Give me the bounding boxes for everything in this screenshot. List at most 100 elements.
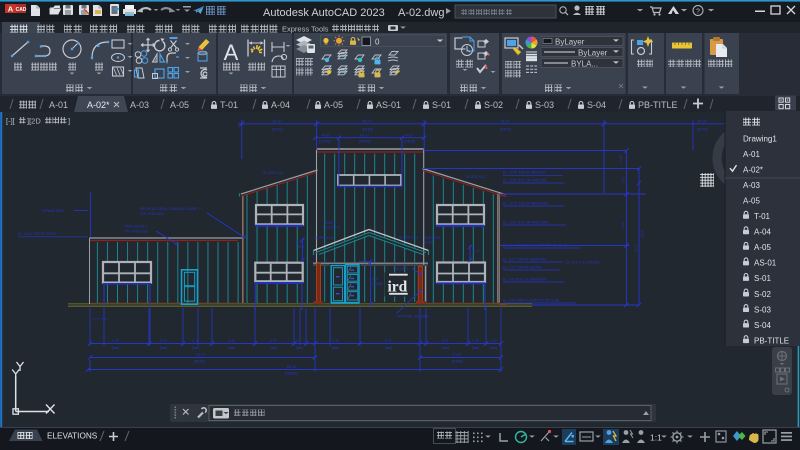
svg-text:0: 0 — [375, 38, 380, 47]
svg-text:Drawing1: Drawing1 — [743, 134, 777, 143]
svg-text:SLOPE 4:12: SLOPE 4:12 — [399, 236, 418, 240]
svg-text:S-02: S-02 — [754, 290, 771, 299]
svg-text:1′-4″: 1′-4″ — [192, 339, 200, 343]
svg-text:6′-0″: 6′-0″ — [385, 339, 393, 343]
svg-text:Express Tools: Express Tools — [282, 25, 329, 34]
svg-text:[-][: [-][ — [6, 117, 16, 126]
svg-text:PB-TITLE: PB-TITLE — [638, 100, 678, 110]
svg-text:TYP. THIS ELEV.: TYP. THIS ELEV. — [124, 230, 149, 234]
svg-text:EL. 8′-0″ TOP OF WINDOWS: EL. 8′-0″ TOP OF WINDOWS — [503, 258, 547, 262]
svg-text:SLOPE 4:12: SLOPE 4:12 — [466, 175, 486, 179]
svg-text:EL. 4′-0″ BOT. OF WINDOWS: EL. 4′-0″ BOT. OF WINDOWS — [503, 278, 548, 282]
svg-text:[2388]: [2388] — [452, 360, 463, 364]
svg-text:EL. 0′-0″ MAIN FLOOR TOP OF S: EL. 0′-0″ MAIN FLOOR TOP OF SLAB — [503, 299, 560, 303]
svg-text:[mm]: [mm] — [385, 346, 392, 350]
svg-text:OPTIONAL SIGNAGE: OPTIONAL SIGNAGE — [397, 315, 428, 319]
svg-text:BYLA...: BYLA... — [571, 60, 598, 69]
svg-text:A-03: A-03 — [743, 181, 760, 190]
svg-text:A-04: A-04 — [754, 228, 771, 237]
svg-text:][2D: ][2D — [27, 117, 41, 126]
svg-text:EL. 8′-4″ U.S. CANOPY: EL. 8′-4″ U.S. CANOPY — [566, 261, 601, 265]
svg-text:7′-10″: 7′-10″ — [452, 353, 462, 357]
svg-text:TRIM COLOR 2: TRIM COLOR 2 — [124, 225, 147, 229]
svg-text:EL. 22′-8″ TOP OF WINDOW: EL. 22′-8″ TOP OF WINDOW — [503, 171, 547, 175]
svg-text:[4470]: [4470] — [272, 128, 283, 132]
svg-text:11′-4″: 11′-4″ — [634, 243, 638, 252]
svg-text:ARCHITECTURAL CLADDING COLOR 1: ARCHITECTURAL CLADDING COLOR 1 — [140, 207, 199, 211]
svg-text:SLOPE 4:12: SLOPE 4:12 — [314, 236, 333, 240]
svg-text:[25806]: [25806] — [285, 372, 298, 376]
svg-text:22′-8″: 22′-8″ — [641, 229, 645, 238]
svg-text:30′-4″: 30′-4″ — [362, 120, 372, 124]
svg-text:4′-2″: 4′-2″ — [442, 339, 450, 343]
svg-text:3′-4″: 3′-4″ — [160, 339, 168, 343]
svg-text:[mm]: [mm] — [332, 346, 339, 350]
svg-text:4′-10″: 4′-10″ — [619, 154, 623, 163]
svg-text:[mm]: [mm] — [112, 346, 119, 350]
svg-text:1:1: 1:1 — [650, 433, 662, 443]
svg-text:EL. 11′-4″ SECOND FLOOR TOP O: EL. 11′-4″ SECOND FLOOR TOP OF SLAB — [503, 244, 567, 248]
svg-text:T-01: T-01 — [754, 212, 771, 221]
svg-text:EL. 14′-4″ TOP OF ROOF: EL. 14′-4″ TOP OF ROOF — [18, 232, 56, 236]
svg-text:1′: 1′ — [296, 339, 299, 343]
svg-text:A-03: A-03 — [130, 100, 149, 110]
svg-text:1′-8″: 1′-8″ — [472, 339, 480, 343]
svg-text:S-04: S-04 — [587, 100, 606, 110]
svg-text:A-02*: A-02* — [743, 165, 763, 174]
svg-text:[mm]: [mm] — [442, 346, 449, 350]
svg-text:EL. 7′-0″ TOP OF DOORS: EL. 7′-0″ TOP OF DOORS — [503, 266, 542, 270]
svg-text:[mm]: [mm] — [270, 346, 277, 350]
svg-text:1′-6″: 1′-6″ — [490, 339, 498, 343]
svg-text:4′-6″: 4′-6″ — [332, 339, 340, 343]
svg-text:EL. 20′-8″ BOT. OF WINDOW: EL. 20′-8″ BOT. OF WINDOW — [503, 179, 547, 183]
svg-text:ByLayer: ByLayer — [555, 38, 585, 47]
svg-text:4′-0″ TYP.: 4′-0″ TYP. — [93, 318, 108, 322]
svg-text:4′-6″: 4′-6″ — [322, 132, 331, 137]
svg-text:84′-8″: 84′-8″ — [287, 365, 297, 369]
svg-text:EL. 18′-0″ BOT. OF WINDOWS: EL. 18′-0″ BOT. OF WINDOWS — [503, 221, 549, 225]
svg-text:A-02*: A-02* — [87, 100, 110, 110]
svg-text:TYP. THIS ELEV.: TYP. THIS ELEV. — [140, 212, 165, 216]
svg-text:27′-0″: 27′-0″ — [196, 353, 206, 357]
svg-text:4′-8″: 4′-8″ — [112, 339, 120, 343]
svg-text:[1402]: [1402] — [404, 139, 415, 144]
svg-text:[mm]: [mm] — [192, 346, 199, 350]
svg-text:4′-4″: 4′-4″ — [228, 339, 236, 343]
svg-text:S-01: S-01 — [754, 274, 771, 283]
svg-text:8′-0″: 8′-0″ — [373, 277, 381, 281]
svg-text:ELEVATIONS: ELEVATIONS — [47, 432, 98, 441]
svg-text:]: ] — [68, 117, 70, 126]
svg-text:[8230]: [8230] — [194, 360, 205, 364]
svg-text:[2438]: [2438] — [373, 282, 383, 286]
svg-text:T-01: T-01 — [220, 100, 238, 110]
svg-text:A-02.dwg: A-02.dwg — [398, 7, 444, 19]
svg-text:[4470]: [4470] — [500, 128, 511, 132]
svg-text:A-05: A-05 — [170, 100, 189, 110]
svg-text:S-03: S-03 — [754, 305, 771, 314]
svg-text:PB-TITLE: PB-TITLE — [754, 336, 789, 345]
svg-text:13′-1″: 13′-1″ — [359, 132, 370, 137]
svg-text:SIGN: SIGN — [425, 241, 433, 245]
svg-text:[4470]: [4470] — [697, 128, 708, 132]
svg-text:S-01: S-01 — [432, 100, 451, 110]
svg-text:?: ? — [696, 9, 700, 16]
svg-text:2′-0″: 2′-0″ — [622, 176, 626, 183]
svg-text:AS-01: AS-01 — [376, 100, 401, 110]
svg-text:8′-8″: 8′-8″ — [622, 221, 626, 228]
svg-text:A-05: A-05 — [754, 243, 771, 252]
svg-text:CAD: CAD — [16, 7, 27, 13]
svg-text:S-02: S-02 — [484, 100, 503, 110]
svg-text:TRIM 3: TRIM 3 — [323, 221, 335, 225]
svg-text:4′-0″: 4′-0″ — [270, 339, 278, 343]
svg-text:[mm]: [mm] — [472, 346, 479, 350]
svg-text:COLOR 3: COLOR 3 — [393, 267, 408, 271]
svg-text:[9246]: [9246] — [362, 128, 373, 132]
svg-text:EL. 20′-0″ TOP OF WINDOWS: EL. 20′-0″ TOP OF WINDOWS — [503, 202, 549, 206]
svg-text:EXPAND ELEV.: EXPAND ELEV. — [42, 209, 65, 213]
svg-text:[mm]: [mm] — [296, 346, 303, 350]
svg-text:1′-0″: 1′-0″ — [296, 240, 304, 244]
svg-text:4′-6″: 4′-6″ — [405, 132, 414, 137]
svg-text:A-01: A-01 — [49, 100, 68, 110]
svg-text:S-04: S-04 — [754, 321, 771, 330]
svg-text:14′-8″: 14′-8″ — [500, 120, 510, 124]
